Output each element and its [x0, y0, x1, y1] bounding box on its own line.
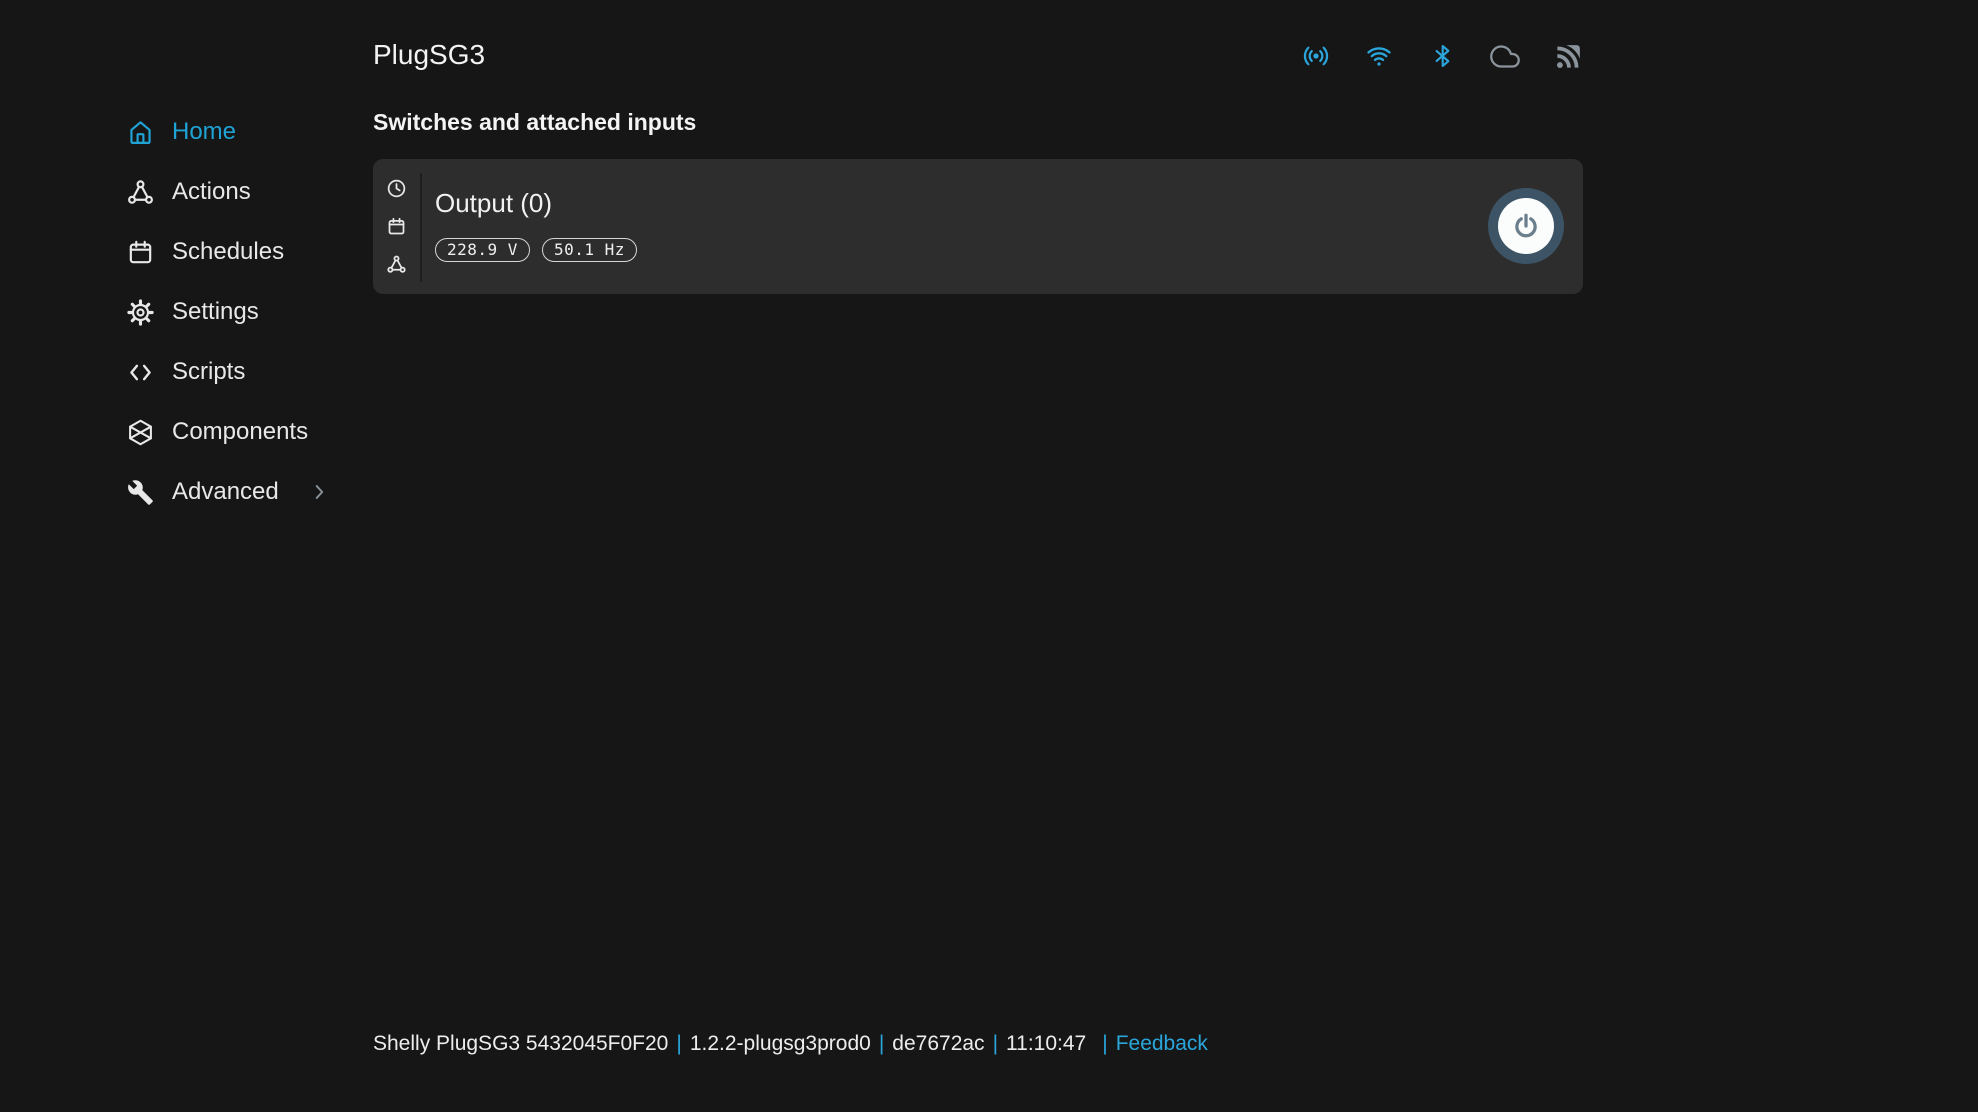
clock-icon: [386, 178, 407, 199]
sidebar-item-label: Settings: [172, 298, 259, 326]
status-icon-bar: [373, 40, 1583, 72]
voltage-badge: 228.9 V: [435, 238, 530, 262]
section-heading: Switches and attached inputs: [373, 108, 696, 136]
cloud-icon: [1490, 40, 1520, 72]
footer-device-time: 11:10:47: [1006, 1032, 1086, 1055]
sidebar-nav: Home Actions Schedules: [0, 102, 373, 522]
sidebar-item-actions[interactable]: Actions: [0, 162, 373, 222]
sidebar-item-label: Home: [172, 118, 236, 146]
switch-card-content: Output (0) 228.9 V 50.1 Hz: [435, 159, 637, 262]
power-icon: [1511, 211, 1541, 241]
code-icon: [125, 357, 155, 387]
switch-card[interactable]: Output (0) 228.9 V 50.1 Hz: [373, 159, 1583, 294]
wrench-icon: [125, 477, 155, 507]
actions-icon: [386, 254, 407, 275]
power-toggle-button[interactable]: [1488, 188, 1564, 264]
rail-divider: [420, 173, 422, 282]
frequency-badge: 50.1 Hz: [542, 238, 637, 262]
switch-card-rail: [373, 159, 420, 294]
footer-firmware-version: 1.2.2-plugsg3prod0: [690, 1032, 871, 1055]
power-toggle-face: [1498, 198, 1554, 254]
sidebar-item-schedules[interactable]: Schedules: [0, 222, 373, 282]
bluetooth-icon: [1427, 40, 1457, 72]
actions-icon: [125, 177, 155, 207]
sidebar-item-label: Actions: [172, 178, 251, 206]
sidebar-item-scripts[interactable]: Scripts: [0, 342, 373, 402]
gear-icon: [125, 297, 155, 327]
sidebar-item-settings[interactable]: Settings: [0, 282, 373, 342]
footer-feedback-link[interactable]: Feedback: [1116, 1032, 1208, 1055]
calendar-icon: [386, 216, 407, 237]
sidebar-item-label: Schedules: [172, 238, 284, 266]
home-icon: [125, 117, 155, 147]
footer-separator: |: [993, 1032, 998, 1055]
footer-separator: |: [676, 1032, 681, 1055]
sidebar-item-home[interactable]: Home: [0, 102, 373, 162]
sidebar-item-advanced[interactable]: Advanced: [0, 462, 373, 522]
footer-device-info: Shelly PlugSG3 5432045F0F20: [373, 1032, 668, 1055]
switch-title: Output (0): [435, 188, 637, 218]
chevron-right-icon: [304, 477, 334, 507]
calendar-icon: [125, 237, 155, 267]
sidebar-item-label: Components: [172, 418, 308, 446]
footer-build-id: de7672ac: [892, 1032, 984, 1055]
wifi-icon: [1364, 40, 1394, 72]
access-point-icon: [1301, 40, 1331, 72]
footer-separator: |: [1102, 1032, 1107, 1055]
footer-status-bar: Shelly PlugSG3 5432045F0F20 | 1.2.2-plugsg…: [373, 1031, 1208, 1057]
log-stream-icon: [1553, 40, 1583, 72]
sidebar-item-label: Scripts: [172, 358, 245, 386]
box-icon: [125, 417, 155, 447]
footer-separator: |: [879, 1032, 884, 1055]
sidebar-item-components[interactable]: Components: [0, 402, 373, 462]
measurement-badges: 228.9 V 50.1 Hz: [435, 238, 637, 262]
sidebar-item-label: Advanced: [172, 478, 279, 506]
